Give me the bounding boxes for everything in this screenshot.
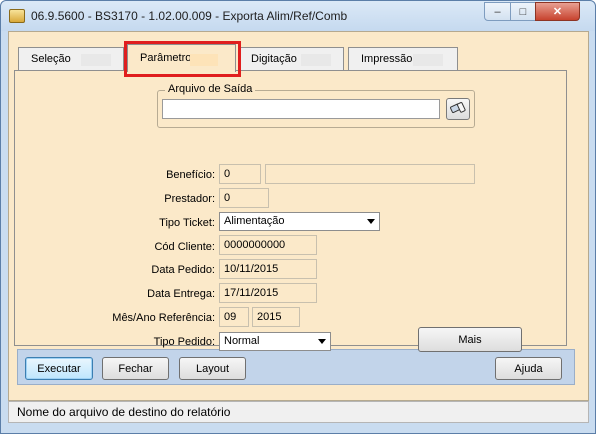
fechar-button[interactable]: Fechar bbox=[102, 357, 169, 380]
tab-selecao[interactable]: Seleção bbox=[18, 47, 124, 71]
beneficio-description bbox=[265, 164, 475, 184]
tab-selecao-label: Seleção bbox=[31, 53, 71, 65]
tab-impressao[interactable]: Impressão bbox=[348, 47, 458, 71]
tipo-ticket-value: Alimentação bbox=[224, 215, 285, 227]
tab-shade bbox=[301, 54, 331, 66]
data-entrega-label: Data Entrega: bbox=[147, 288, 215, 300]
app-icon bbox=[9, 9, 25, 23]
data-entrega-field[interactable]: 17/11/2015 bbox=[219, 283, 317, 303]
data-pedido-field[interactable]: 10/11/2015 bbox=[219, 259, 317, 279]
layout-button[interactable]: Layout bbox=[179, 357, 246, 380]
action-bar: Executar Fechar Layout Ajuda bbox=[17, 349, 575, 385]
chevron-down-icon bbox=[367, 219, 375, 224]
tipo-pedido-label: Tipo Pedido: bbox=[153, 336, 215, 348]
mes-field[interactable]: 09 bbox=[219, 307, 249, 327]
output-file-group-label: Arquivo de Saída bbox=[165, 83, 256, 95]
beneficio-label: Benefício: bbox=[166, 169, 215, 181]
tipo-ticket-select[interactable]: Alimentação bbox=[219, 212, 380, 231]
tab-highlight-box bbox=[124, 41, 241, 77]
executar-button[interactable]: Executar bbox=[25, 357, 93, 380]
flashlight-icon bbox=[450, 101, 466, 118]
minimize-button[interactable]: – bbox=[484, 2, 511, 21]
beneficio-field[interactable]: 0 bbox=[219, 164, 261, 184]
tab-impressao-label: Impressão bbox=[361, 53, 413, 65]
close-button[interactable]: ✕ bbox=[535, 2, 580, 21]
form-client-area: Seleção Parâmetros Digitação Impressão A… bbox=[8, 31, 589, 401]
chevron-down-icon bbox=[318, 339, 326, 344]
output-file-input[interactable] bbox=[162, 99, 440, 119]
tipo-pedido-select[interactable]: Normal bbox=[219, 332, 331, 351]
prestador-field[interactable]: 0 bbox=[219, 188, 269, 208]
data-pedido-label: Data Pedido: bbox=[151, 264, 215, 276]
prestador-label: Prestador: bbox=[164, 193, 215, 205]
status-bar: Nome do arquivo de destino do relatório bbox=[8, 401, 589, 423]
browse-file-button[interactable] bbox=[446, 98, 470, 120]
mes-ano-label: Mês/Ano Referência: bbox=[112, 312, 215, 324]
mais-button[interactable]: Mais bbox=[418, 327, 522, 352]
app-window: 06.9.5600 - BS3170 - 1.02.00.009 - Expor… bbox=[0, 0, 596, 434]
maximize-button[interactable]: □ bbox=[510, 2, 536, 21]
title-bar[interactable]: 06.9.5600 - BS3170 - 1.02.00.009 - Expor… bbox=[1, 1, 595, 31]
tab-shade bbox=[81, 54, 111, 66]
tab-shade bbox=[413, 54, 443, 66]
tipo-pedido-value: Normal bbox=[224, 335, 260, 347]
ajuda-button[interactable]: Ajuda bbox=[495, 357, 562, 380]
tab-digitacao-label: Digitação bbox=[251, 53, 297, 65]
output-file-group: Arquivo de Saída bbox=[157, 83, 475, 128]
cod-cliente-label: Cód Cliente: bbox=[154, 241, 215, 253]
tab-digitacao[interactable]: Digitação bbox=[238, 47, 344, 71]
cod-cliente-field[interactable]: 0000000000 bbox=[219, 235, 317, 255]
ano-field[interactable]: 2015 bbox=[252, 307, 300, 327]
window-title: 06.9.5600 - BS3170 - 1.02.00.009 - Expor… bbox=[31, 9, 348, 23]
parametros-panel: Arquivo de Saída Benefício: 0 Prestador:… bbox=[14, 70, 567, 352]
tipo-ticket-label: Tipo Ticket: bbox=[159, 217, 215, 229]
